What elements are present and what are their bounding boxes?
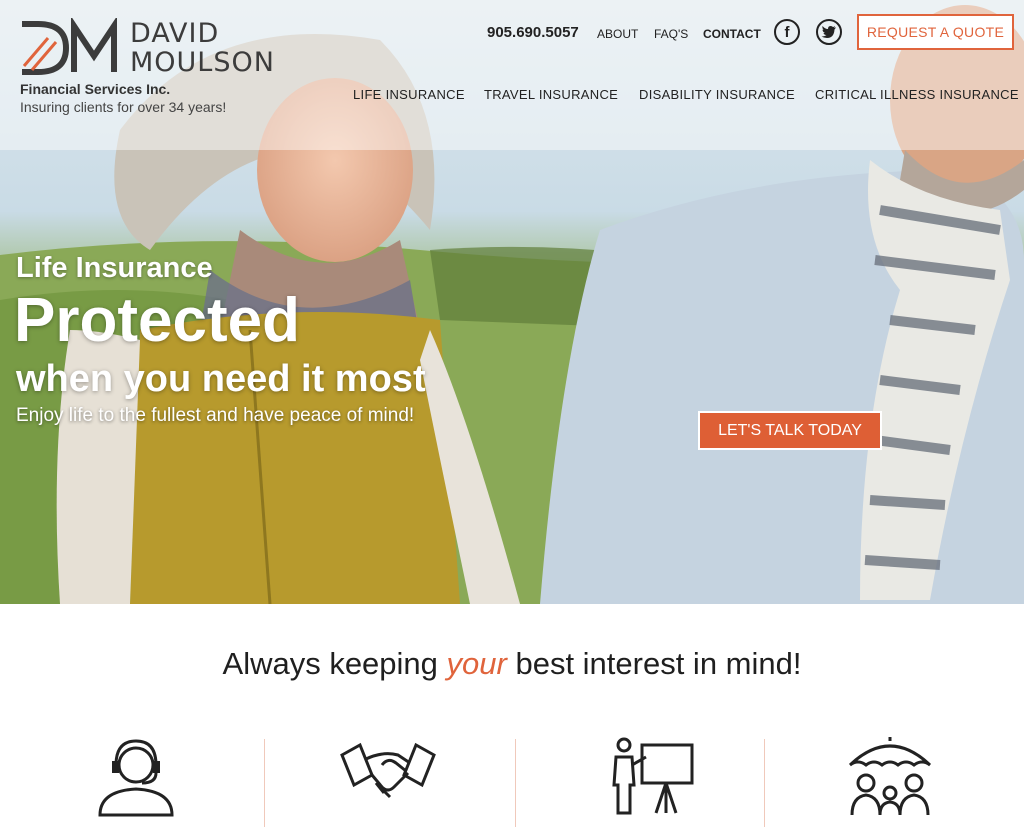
- hero-title-line2: when you need it most: [16, 358, 426, 400]
- nav-travel-insurance[interactable]: TRAVEL INSURANCE: [484, 87, 618, 102]
- hero-banner: DAVID MOULSON Financial Services Inc. In…: [0, 0, 1024, 604]
- nav-life-insurance[interactable]: LIFE INSURANCE: [353, 87, 465, 102]
- brand-tagline: Insuring clients for over 34 years!: [20, 99, 227, 115]
- contact-link[interactable]: CONTACT: [703, 27, 761, 51]
- icon-divider: [764, 739, 765, 827]
- nav-critical-illness-insurance[interactable]: CRITICAL ILLNESS INSURANCE: [815, 87, 1019, 102]
- icon-divider: [264, 739, 265, 827]
- about-link[interactable]: ABOUT: [597, 27, 638, 51]
- brand-name-line1: DAVID: [130, 18, 220, 49]
- nav-disability-insurance[interactable]: DISABILITY INSURANCE: [639, 87, 795, 102]
- twitter-bird-icon: [821, 26, 836, 38]
- section-headline: Always keeping your best interest in min…: [0, 646, 1024, 682]
- facebook-icon[interactable]: f: [774, 19, 800, 45]
- presenter-board-icon: [612, 737, 694, 815]
- phone-link[interactable]: 905.690.5057: [487, 24, 579, 48]
- handshake-icon: [340, 742, 436, 799]
- umbrella-family-icon: [848, 737, 932, 816]
- company-name: Financial Services Inc.: [20, 81, 171, 97]
- headline-after: best interest in mind!: [506, 646, 802, 681]
- site-logo[interactable]: DAVID MOULSON Financial Services Inc. In…: [18, 18, 308, 118]
- lets-talk-button[interactable]: LET'S TALK TODAY: [698, 411, 882, 450]
- dm-monogram-icon: [22, 18, 117, 75]
- headline-before: Always keeping: [222, 646, 447, 681]
- feature-icons-row: [0, 735, 1024, 827]
- hero-subtitle: Life Insurance: [16, 252, 213, 284]
- headline-emphasis: your: [446, 646, 507, 681]
- hero-description: Enjoy life to the fullest and have peace…: [16, 405, 415, 426]
- icon-divider: [515, 739, 516, 827]
- request-quote-button[interactable]: REQUEST A QUOTE: [857, 14, 1014, 50]
- hero-title: Protected: [14, 286, 300, 355]
- faq-link[interactable]: FAQ'S: [654, 27, 688, 51]
- brand-name-line2: MOULSON: [130, 47, 275, 78]
- headset-agent-icon: [98, 739, 174, 817]
- twitter-icon[interactable]: [816, 19, 842, 45]
